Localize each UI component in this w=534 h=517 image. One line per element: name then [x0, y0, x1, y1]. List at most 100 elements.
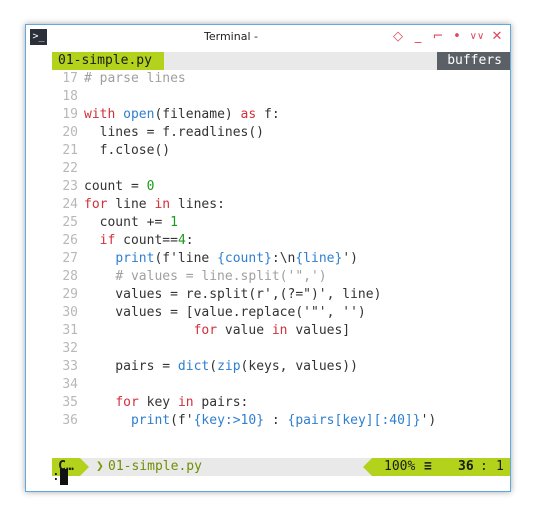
line-number: 18 — [62, 89, 78, 104]
code-token: lines: — [170, 197, 225, 212]
code-token: lines = f.readlines() — [84, 125, 265, 140]
code-token: if — [99, 233, 116, 248]
code-token: : — [264, 413, 288, 428]
code-token: (keys, values)) — [240, 359, 358, 374]
code-token: as — [240, 107, 257, 122]
code-line[interactable]: 23 count = 0 — [52, 178, 510, 196]
code-line[interactable]: 34 — [52, 376, 510, 394]
code-token: 0 — [146, 179, 155, 194]
code-line[interactable]: 36 print(f'{key:>10} : {pairs[key][:40]}… — [52, 412, 510, 430]
code-line[interactable]: 35 for key in pairs: — [52, 394, 510, 412]
code-token: values = re.split(r',(?=")', line) — [84, 287, 382, 302]
code-token: value — [217, 323, 272, 338]
code-token: f.close() — [84, 143, 171, 158]
code-token: open — [123, 107, 155, 122]
code-token: pairs: — [193, 395, 249, 410]
line-number: 20 — [62, 125, 78, 140]
code-line[interactable]: 28 # values = line.split('",') — [52, 268, 510, 286]
chevrons-down-icon[interactable]: ∨∨ — [468, 28, 486, 46]
code-token: count += — [84, 215, 171, 230]
code-line[interactable]: 17 # parse lines — [52, 70, 510, 88]
text-cursor — [59, 468, 68, 485]
code-token: (filename) — [154, 107, 241, 122]
code-token: for — [193, 323, 218, 338]
title-bar[interactable]: >_ Terminal - ◇ _ ⌐ • ∨∨ ✕ — [26, 25, 510, 51]
code-token: {key:>10} — [193, 413, 265, 428]
code-token: print — [115, 251, 155, 266]
code-token: for — [84, 197, 108, 212]
line-number: 24 — [62, 197, 78, 212]
line-number: 27 — [62, 251, 78, 266]
line-number: 26 — [62, 233, 78, 248]
window-title: Terminal - — [204, 30, 258, 43]
code-line[interactable]: 21 f.close() — [52, 142, 510, 160]
code-token: values] — [287, 323, 351, 338]
code-token: zip — [217, 359, 241, 374]
line-number: 22 — [62, 161, 78, 176]
line-number: 23 — [62, 179, 78, 194]
code-line[interactable]: 30 values = [value.replace('"', '') — [52, 304, 510, 322]
code-token: ') — [420, 413, 437, 428]
code-line[interactable]: 24 for line in lines: — [52, 196, 510, 214]
code-line[interactable]: 20 lines = f.readlines() — [52, 124, 510, 142]
code-token: in — [271, 323, 288, 338]
line-number: 32 — [62, 341, 78, 356]
line-number: 31 — [62, 323, 78, 338]
command-line[interactable]: : — [52, 467, 510, 487]
line-number: 29 — [62, 287, 78, 302]
code-line[interactable]: 31 for value in values] — [52, 322, 510, 340]
code-token: ') — [342, 251, 358, 266]
code-token: pairs = — [84, 359, 178, 374]
line-number: 34 — [62, 377, 78, 392]
code-token: 4 — [177, 233, 186, 248]
maximize-icon[interactable]: ⌐ — [431, 28, 445, 46]
code-line[interactable]: 22 — [52, 160, 510, 178]
editor-pane[interactable]: 01-simple.py buffers 17 # parse lines 18 19… — [52, 52, 510, 476]
code-token: {count} — [217, 251, 272, 266]
code-line[interactable]: 29 values = re.split(r',(?=")', line) — [52, 286, 510, 304]
code-token: (f' — [170, 413, 194, 428]
code-token: line — [107, 197, 155, 212]
tabline: 01-simple.py buffers — [52, 52, 510, 70]
tab-01-simple-py[interactable]: 01-simple.py — [52, 52, 164, 70]
code-line[interactable]: 19 with open(filename) as f: — [52, 106, 510, 124]
code-line[interactable]: 33 pairs = dict(zip(keys, values)) — [52, 358, 510, 376]
command-prompt: : — [52, 469, 60, 484]
code-area[interactable]: 17 # parse lines 18 19 with open(filename) a… — [52, 70, 510, 430]
code-line[interactable]: 32 — [52, 340, 510, 358]
code-token: ( — [209, 359, 218, 374]
code-token: :\n — [271, 251, 296, 266]
code-line[interactable]: 18 — [52, 88, 510, 106]
minimize-icon[interactable]: _ — [411, 28, 425, 46]
line-number: 36 — [62, 413, 78, 428]
line-number: 17 — [62, 71, 78, 86]
line-number: 30 — [62, 305, 78, 320]
code-token: count = — [84, 179, 147, 194]
code-line[interactable]: 27 print(f'line {count}:\n{line}') — [52, 250, 510, 268]
close-icon[interactable]: ✕ — [490, 28, 504, 46]
code-token: in — [154, 197, 171, 212]
diamond-icon[interactable]: ◇ — [391, 28, 405, 46]
code-token: dict — [177, 359, 210, 374]
code-token: for — [115, 395, 139, 410]
line-number: 25 — [62, 215, 78, 230]
line-number: 21 — [62, 143, 78, 158]
dot-icon[interactable]: • — [450, 28, 464, 46]
code-token: values = [value.replace('"', '') — [84, 305, 366, 320]
buffers-label[interactable]: buffers — [437, 52, 510, 70]
code-token: 1 — [170, 215, 178, 230]
code-token: count== — [115, 233, 178, 248]
code-token: key — [138, 395, 178, 410]
code-line[interactable]: 25 count += 1 — [52, 214, 510, 232]
code-token: {line} — [295, 251, 343, 266]
code-token: : — [185, 233, 194, 248]
terminal-window: >_ Terminal - ◇ _ ⌐ • ∨∨ ✕ 01-simple.py … — [25, 24, 511, 492]
code-line[interactable]: 26 if count==4: — [52, 232, 510, 250]
code-token: print — [130, 413, 171, 428]
code-token: # values = line.split('",') — [115, 269, 327, 284]
